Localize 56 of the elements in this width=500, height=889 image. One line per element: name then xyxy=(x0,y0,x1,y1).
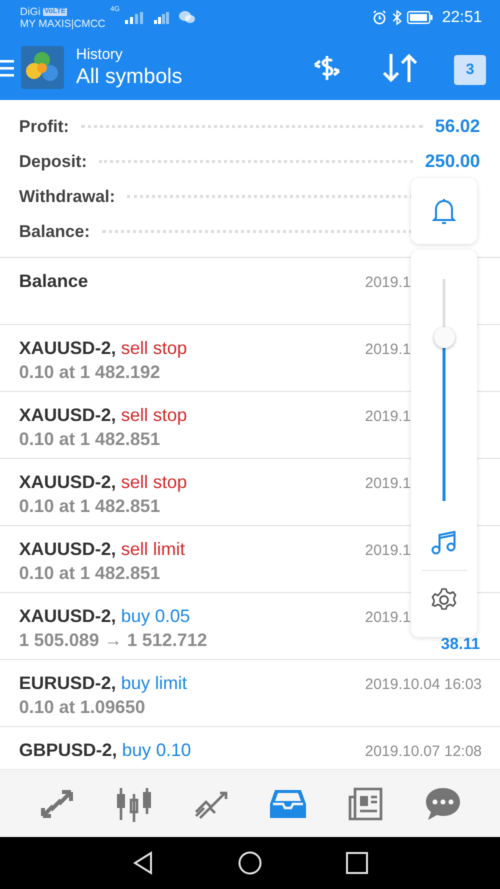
deal-time: 2019.1 xyxy=(365,274,411,291)
settings-icon[interactable] xyxy=(431,587,457,613)
menu-icon[interactable] xyxy=(0,58,14,78)
deal-time: 2019.1 xyxy=(365,408,411,425)
chat-tab[interactable] xyxy=(425,786,462,820)
trade-tab[interactable] xyxy=(38,788,75,820)
signal-icon xyxy=(124,12,145,24)
deal-detail: 0.10 at 1 482.851 xyxy=(19,429,162,450)
deal-detail: 0.10 at 1 482.851 xyxy=(19,496,162,517)
deal-detail: 1 505.089 → 1 512.712 xyxy=(19,630,208,651)
battery-icon xyxy=(406,11,433,24)
recents-icon[interactable] xyxy=(346,852,368,874)
deal-title: EURUSD-2, buy limit xyxy=(19,673,188,694)
summary-value: 250.00 xyxy=(424,151,480,172)
summary-value: 56.02 xyxy=(434,116,480,137)
summary-label: Profit: xyxy=(19,116,70,136)
carrier-name: DiGi xyxy=(20,6,40,18)
notification-card[interactable] xyxy=(411,178,477,244)
symbols-filter[interactable]: All symbols xyxy=(76,65,299,89)
deal-time: 2019.10.07 12:08 xyxy=(365,743,482,760)
deal-title: XAUUSD-2, sell limit xyxy=(19,539,186,560)
deal-title: XAUUSD-2, sell stop xyxy=(19,338,188,359)
deal-time: 2019.1 xyxy=(365,542,411,559)
app-logo-icon xyxy=(21,46,64,89)
deal-detail: 0.10 at 1.09650 xyxy=(19,697,146,718)
deal-title: GBPUSD-2, buy 0.10 xyxy=(19,740,192,761)
sort-icon[interactable] xyxy=(381,52,419,84)
deal-title: XAUUSD-2, buy 0.05 xyxy=(19,606,192,627)
deal-title: XAUUSD-2, sell stop xyxy=(19,405,188,426)
deal-time: 2019.1 xyxy=(365,341,411,358)
news-tab[interactable] xyxy=(347,786,384,820)
home-icon[interactable] xyxy=(238,851,262,875)
alarm-icon xyxy=(372,10,387,25)
music-note-icon[interactable] xyxy=(431,529,457,555)
chat-bubbles-icon xyxy=(178,11,195,24)
bluetooth-icon xyxy=(392,10,402,25)
carrier-name: MY MAXIS|CMCC xyxy=(20,18,106,30)
deal-title: Balance xyxy=(19,271,88,292)
signal-icon xyxy=(154,12,170,24)
back-icon[interactable] xyxy=(132,851,154,875)
history-tab[interactable] xyxy=(270,788,306,820)
deal-title: XAUUSD-2, sell stop xyxy=(19,472,188,493)
clock-time: 22:51 xyxy=(442,8,482,26)
summary-label: Deposit: xyxy=(19,152,87,172)
summary-label: Balance: xyxy=(19,222,90,242)
deal-time: 2019.10.04 16:03 xyxy=(365,676,482,693)
deal-detail: 0.10 at 1 482.192 xyxy=(19,362,162,383)
chart-tab[interactable] xyxy=(116,786,152,822)
deal-amount: 38.11 xyxy=(440,636,480,654)
deal-time: 2019.1 xyxy=(365,475,411,492)
deal-detail: 0.10 at 1 482.851 xyxy=(19,563,162,584)
screen-title: History xyxy=(76,46,124,63)
bell-icon xyxy=(432,197,456,225)
calendar-button[interactable]: 3 xyxy=(454,54,486,84)
deal-time: 2019.1 xyxy=(365,609,411,626)
summary-label: Withdrawal: xyxy=(19,186,116,206)
